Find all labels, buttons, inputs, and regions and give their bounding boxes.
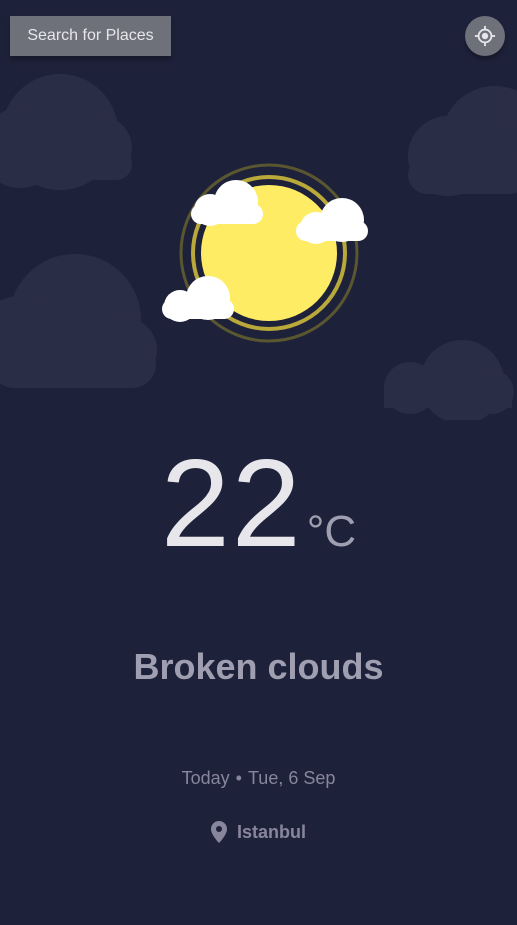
cloud-bottom-left (162, 276, 234, 322)
date-row: Today • Tue, 6 Sep (0, 768, 517, 789)
weather-condition: Broken clouds (133, 646, 384, 687)
location-row: Istanbul (0, 821, 517, 843)
location-name: Istanbul (236, 821, 306, 842)
crosshair-icon (474, 25, 496, 47)
day-label: Today (181, 768, 230, 788)
temperature-display: 22°C (0, 442, 517, 566)
sun-with-clouds-icon (162, 163, 368, 343)
separator-dot: • (235, 768, 242, 788)
background-cloud-middle-left (0, 254, 157, 388)
current-location-button[interactable] (465, 16, 505, 56)
background-cloud-middle-right (384, 340, 514, 420)
temperature-value: 22 (160, 435, 303, 573)
background-cloud-top-left (0, 74, 132, 190)
background-cloud-top-right (408, 86, 517, 196)
temperature-unit: °C (306, 507, 357, 556)
map-pin-icon (210, 821, 227, 843)
date-label: Tue, 6 Sep (247, 768, 336, 788)
search-places-button[interactable]: Search for Places (10, 16, 171, 56)
cloud-top-left (191, 180, 263, 226)
